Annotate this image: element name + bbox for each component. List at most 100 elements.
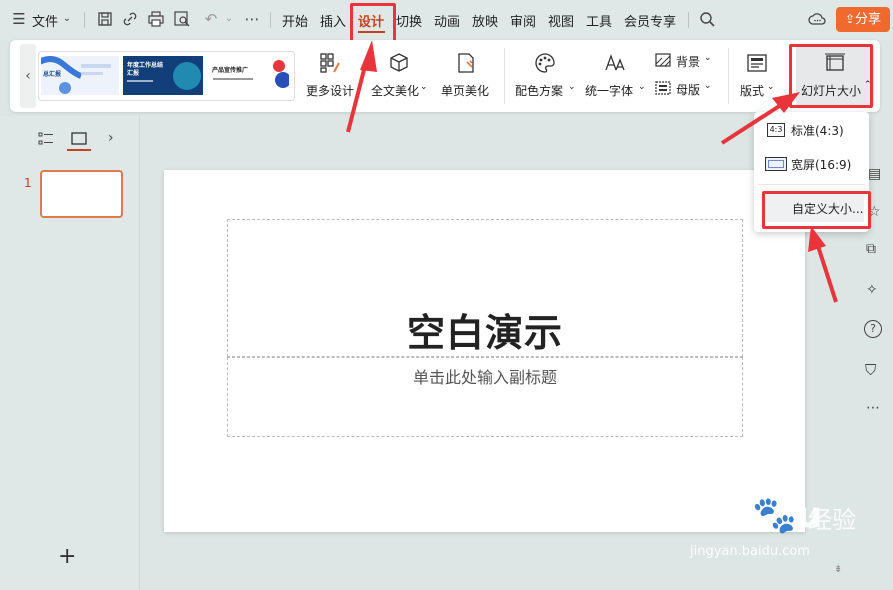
save-icon[interactable]	[96, 10, 114, 28]
standard-size-option[interactable]: 4:3 标准(4:3)	[762, 118, 862, 142]
background-icon	[655, 53, 671, 67]
beautify-all-button[interactable]: 全文美化 ⌄	[370, 40, 432, 112]
tab-member[interactable]: 会员专享	[624, 11, 676, 30]
template-3-art	[213, 60, 289, 88]
template-thumbnail[interactable]: 总汇报	[41, 56, 119, 95]
master-label: 母版	[676, 83, 701, 97]
copy-icon[interactable]: ⧉	[866, 241, 876, 257]
chevron-down-icon: ⌄	[704, 81, 712, 91]
file-menu[interactable]: 文件	[32, 11, 58, 30]
chevron-down-icon: ⌄	[568, 82, 576, 92]
template-thumbnail[interactable]: 产品宣传推广	[207, 56, 289, 95]
layout-icon	[747, 54, 767, 72]
template-gallery: 总汇报 年度工作总结汇报 产品宣传推广	[38, 51, 295, 101]
add-slide-button[interactable]: +	[58, 544, 76, 569]
more-design-button[interactable]: 更多设计	[306, 40, 360, 112]
shirt-icon[interactable]: ⛉	[865, 361, 876, 379]
template-scroll-left-button[interactable]: ‹	[20, 44, 36, 108]
widescreen-option[interactable]: 宽屏(16:9)	[762, 152, 862, 176]
chevron-right-icon[interactable]: ›	[108, 130, 114, 146]
tab-review[interactable]: 审阅	[510, 11, 536, 30]
tab-transition[interactable]: 切换	[396, 11, 422, 30]
design-ribbon: ‹ 总汇报 年度工作总结汇报 产品宣传推广 更多设计 全文美化 ⌄ 单页美化 配…	[10, 40, 880, 112]
slide-subtitle: 单击此处输入副标题	[412, 368, 557, 387]
separator	[758, 184, 865, 185]
ratio-16-9-icon	[765, 157, 787, 171]
title-placeholder[interactable]: 空白演示	[227, 219, 743, 357]
separator	[270, 12, 271, 28]
scroll-down-icon[interactable]: ⇟	[834, 564, 842, 575]
template-3-title: 产品宣传推广	[212, 67, 249, 74]
subtitle-placeholder[interactable]: 单击此处输入副标题	[227, 357, 743, 437]
share-icon: ⇪	[844, 12, 856, 26]
tab-home[interactable]: 开始	[282, 11, 308, 30]
arrow-to-custom-size	[816, 245, 838, 303]
master-icon	[655, 81, 671, 95]
widescreen-label: 宽屏(16:9)	[791, 158, 852, 172]
more-icon[interactable]: ⋯	[243, 10, 261, 28]
beautify-page-button[interactable]: 单页美化	[440, 40, 494, 112]
tab-view[interactable]: 视图	[548, 11, 574, 30]
ratio-inner	[768, 160, 784, 168]
separator	[728, 48, 729, 104]
palette-icon	[535, 53, 555, 73]
share-label: 分享	[855, 12, 882, 27]
outline-view-icon[interactable]	[38, 132, 54, 146]
beautify-page-label: 单页美化	[441, 84, 490, 98]
cloud-icon[interactable]	[808, 10, 826, 28]
help-icon[interactable]: ?	[864, 320, 882, 338]
slide-view-icon[interactable]	[70, 131, 88, 147]
hamburger-menu-icon[interactable]: ☰	[10, 10, 28, 28]
layout-label: 版式	[740, 84, 765, 98]
chevron-down-icon: ⌄	[638, 82, 646, 92]
grid-design-icon	[320, 53, 340, 73]
template-2-title: 年度工作总结汇报	[127, 62, 164, 77]
template-1-title: 总汇报	[43, 71, 62, 78]
beautify-all-label: 全文美化	[371, 84, 420, 98]
watermark-url: jingyan.baidu.com	[690, 544, 810, 559]
background-button[interactable]: 背景 ⌄	[654, 50, 720, 72]
color-scheme-button[interactable]: 配色方案 ⌄	[514, 40, 578, 112]
separator	[84, 12, 85, 28]
background-label: 背景	[676, 55, 701, 69]
search-icon[interactable]	[698, 10, 716, 28]
share-button[interactable]: ⇪分享	[836, 7, 890, 32]
tab-slideshow[interactable]: 放映	[472, 11, 498, 30]
standard-size-label: 标准(4:3)	[791, 124, 844, 138]
chevron-down-icon: ⌄	[704, 53, 712, 63]
layout-button[interactable]: 版式 ⌄	[736, 40, 780, 112]
undo-icon[interactable]: ↶	[202, 10, 220, 28]
separator	[504, 48, 505, 104]
print-icon[interactable]	[147, 10, 165, 28]
more-vertical-icon[interactable]: ⋯	[866, 400, 880, 416]
design-tab-highlight	[350, 3, 396, 45]
unify-font-button[interactable]: 统一字体 ⌄	[584, 40, 648, 112]
chevron-down-icon: ⌄	[767, 82, 775, 92]
chevron-down-icon[interactable]: ⌄	[220, 10, 238, 28]
slide-title: 空白演示	[406, 311, 563, 355]
tab-insert[interactable]: 插入	[320, 11, 346, 30]
ratio-4-3-icon: 4:3	[767, 123, 785, 137]
share-link-icon[interactable]	[121, 10, 139, 28]
template-thumbnail[interactable]: 年度工作总结汇报	[123, 56, 203, 95]
cube-icon	[390, 53, 408, 72]
unify-font-label: 统一字体	[585, 84, 634, 98]
color-scheme-label: 配色方案	[515, 84, 564, 98]
menu-bar: ☰ 文件 ⌄ ↶ ⌄ ⋯ 开始 插入 设计 切换 动画 放映 审阅 视图 工具 …	[0, 0, 893, 40]
slide-thumbnail-panel: › 1 +	[0, 116, 140, 590]
master-button[interactable]: 母版 ⌄	[654, 78, 720, 100]
slide-canvas[interactable]: 空白演示 单击此处输入副标题	[164, 170, 805, 532]
tab-tools[interactable]: 工具	[586, 11, 612, 30]
chevron-down-icon: ⌄	[420, 82, 428, 92]
chevron-down-icon[interactable]: ⌄	[58, 10, 76, 28]
slide-size-highlight	[789, 44, 873, 108]
tab-animation[interactable]: 动画	[434, 11, 460, 30]
view-tab-underline	[67, 149, 91, 151]
page-beautify-icon	[458, 53, 474, 73]
wand-icon[interactable]: ✧	[866, 282, 878, 298]
tool-icon[interactable]: ▤	[868, 166, 881, 182]
slide-thumbnail[interactable]	[40, 170, 123, 218]
more-design-label: 更多设计	[306, 84, 355, 98]
print-preview-icon[interactable]	[173, 10, 191, 28]
slide-number: 1	[24, 176, 32, 190]
